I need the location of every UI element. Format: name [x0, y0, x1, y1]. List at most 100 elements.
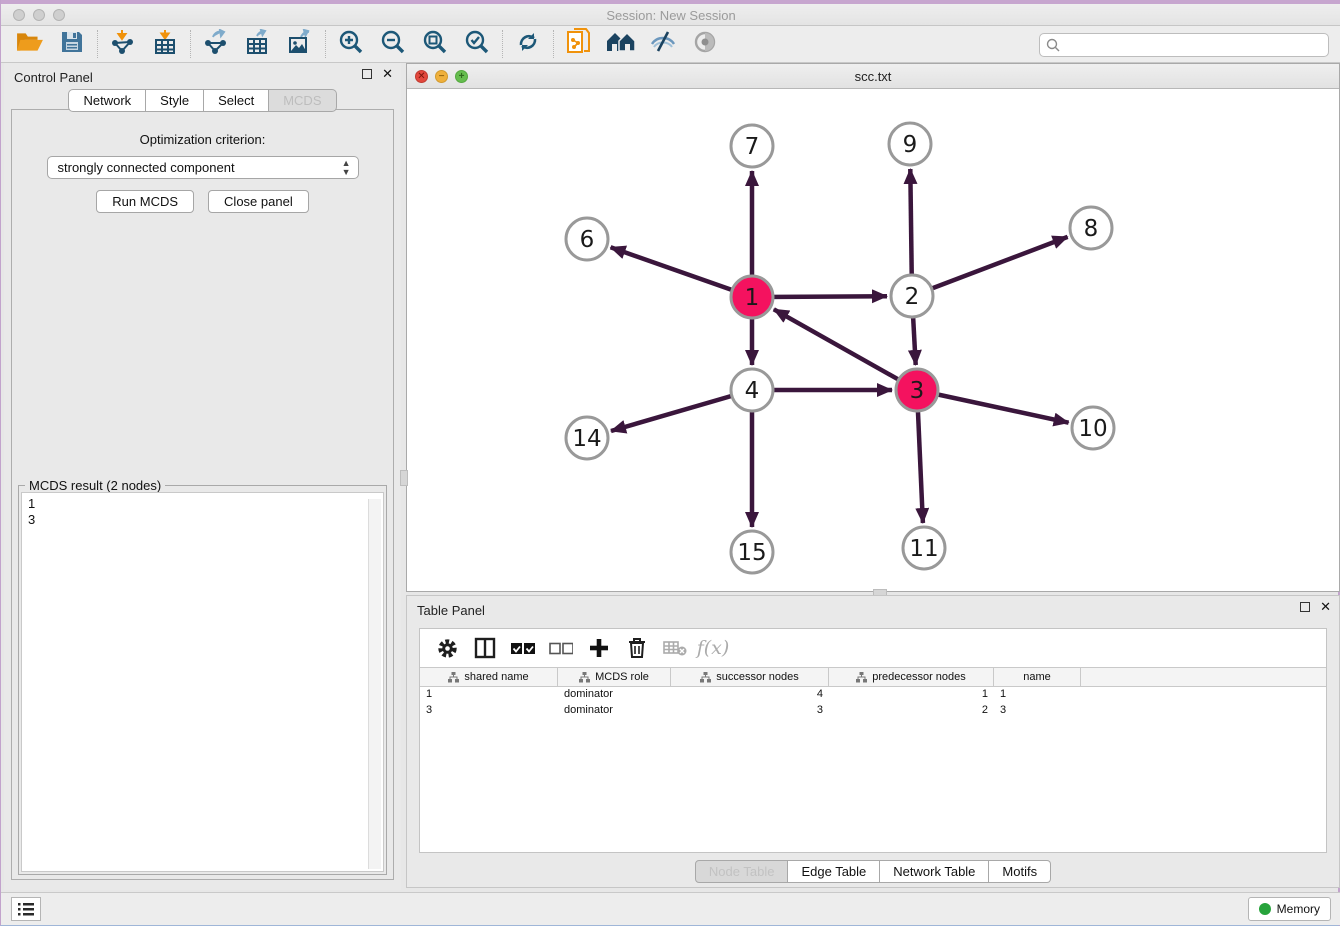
trash-icon — [627, 637, 647, 659]
function-builder-button[interactable]: f(x) — [696, 633, 730, 663]
window-accent-strip — [1, 0, 1340, 4]
graph-node-15[interactable]: 15 — [731, 531, 773, 573]
tab-network-table[interactable]: Network Table — [880, 860, 989, 883]
column-header-successor-nodes[interactable]: successor nodes — [671, 668, 829, 686]
graph-node-14[interactable]: 14 — [566, 417, 608, 459]
plus-icon — [588, 637, 610, 659]
toolbar-separator — [325, 30, 326, 58]
graph-node-11[interactable]: 11 — [903, 527, 945, 569]
open-session-button[interactable] — [9, 28, 51, 60]
run-mcds-button[interactable]: Run MCDS — [96, 190, 194, 213]
close-table-panel-icon[interactable]: ✕ — [1320, 602, 1331, 612]
graph-node-label: 8 — [1084, 216, 1099, 242]
graph-node-2[interactable]: 2 — [891, 275, 933, 317]
table-settings-button[interactable] — [430, 633, 464, 663]
column-header-predecessor-nodes[interactable]: predecessor nodes — [829, 668, 994, 686]
mcds-panel-body: Optimization criterion: strongly connect… — [11, 109, 394, 880]
table-toolbar: f(x) — [420, 629, 1326, 667]
zoom-in-button[interactable] — [330, 28, 372, 60]
export-table-button[interactable] — [237, 28, 279, 60]
graph-edge-2-8[interactable] — [912, 237, 1068, 296]
cell-name[interactable]: 1 — [994, 687, 1081, 703]
delete-column-button[interactable] — [620, 633, 654, 663]
graph-node-8[interactable]: 8 — [1070, 207, 1112, 249]
graph-node-7[interactable]: 7 — [731, 125, 773, 167]
export-network-icon — [203, 29, 229, 60]
cell-successor-nodes[interactable]: 3 — [671, 703, 829, 719]
cell-shared-name[interactable]: 3 — [420, 703, 558, 719]
refresh-layout-button[interactable] — [507, 28, 549, 60]
tab-network[interactable]: Network — [68, 89, 146, 112]
tab-style[interactable]: Style — [146, 89, 204, 112]
cell-successor-nodes[interactable]: 4 — [671, 687, 829, 703]
toolbar-separator — [502, 30, 503, 58]
column-header-shared-name[interactable]: shared name — [420, 668, 558, 686]
graph-node-1[interactable]: 1 — [731, 276, 773, 318]
import-network-button[interactable] — [102, 28, 144, 60]
zoom-selected-button[interactable] — [456, 28, 498, 60]
export-image-button[interactable] — [279, 28, 321, 60]
delete-table-button[interactable] — [658, 633, 692, 663]
control-panel: Control Panel ✕ Network Style Select MCD… — [4, 63, 401, 890]
cell-mcds-role[interactable]: dominator — [558, 687, 671, 703]
graph-node-6[interactable]: 6 — [566, 218, 608, 260]
select-all-columns-button[interactable] — [506, 633, 540, 663]
close-panel-button[interactable]: Close panel — [208, 190, 309, 213]
export-table-icon — [245, 29, 271, 60]
result-scrollbar[interactable] — [368, 499, 381, 869]
export-image-icon — [287, 29, 313, 60]
memory-button[interactable]: Memory — [1248, 897, 1331, 921]
network-title: scc.txt — [407, 69, 1339, 84]
add-column-button[interactable] — [582, 633, 616, 663]
cell-predecessor-nodes[interactable]: 1 — [829, 687, 994, 703]
unchecked-boxes-icon — [549, 642, 573, 655]
search-input[interactable] — [1039, 33, 1329, 57]
tab-node-table[interactable]: Node Table — [695, 860, 789, 883]
cell-mcds-role[interactable]: dominator — [558, 703, 671, 719]
cell-shared-name[interactable]: 1 — [420, 687, 558, 703]
task-history-button[interactable] — [11, 897, 41, 921]
graph-node-9[interactable]: 9 — [889, 123, 931, 165]
zoom-in-icon — [338, 29, 364, 60]
cell-predecessor-nodes[interactable]: 2 — [829, 703, 994, 719]
graph-node-10[interactable]: 10 — [1072, 407, 1114, 449]
tab-edge-table[interactable]: Edge Table — [788, 860, 880, 883]
import-table-button[interactable] — [144, 28, 186, 60]
tab-select[interactable]: Select — [204, 89, 269, 112]
eye-icon — [692, 30, 718, 59]
zoom-fit-button[interactable] — [414, 28, 456, 60]
table-row[interactable]: 1 dominator 4 1 1 — [420, 687, 1326, 703]
graph-node-4[interactable]: 4 — [731, 369, 773, 411]
export-network-button[interactable] — [195, 28, 237, 60]
show-all-button[interactable] — [684, 28, 726, 60]
vertical-splitter-handle[interactable] — [400, 470, 408, 486]
zoom-out-button[interactable] — [372, 28, 414, 60]
column-tree-icon — [700, 672, 711, 683]
open-folder-icon — [16, 30, 44, 59]
application-window: Session: New Session — [0, 0, 1340, 926]
tab-mcds[interactable]: MCDS — [269, 89, 336, 112]
graph-edge-3-1[interactable] — [774, 309, 917, 390]
column-header-name[interactable]: name — [994, 668, 1081, 686]
float-table-panel-icon[interactable] — [1300, 602, 1310, 612]
clone-network-button[interactable] — [558, 28, 600, 60]
tab-motifs[interactable]: Motifs — [989, 860, 1051, 883]
first-neighbors-button[interactable] — [600, 28, 642, 60]
network-canvas[interactable]: 7 9 6 8 1 2 4 3 14 10 15 11 — [407, 89, 1339, 591]
column-header-mcds-role[interactable]: MCDS role — [558, 668, 671, 686]
column-panel-button[interactable] — [468, 633, 502, 663]
table-row[interactable]: 3 dominator 3 2 3 — [420, 703, 1326, 719]
cell-name[interactable]: 3 — [994, 703, 1081, 719]
network-graph[interactable]: 7 9 6 8 1 2 4 3 14 10 15 11 — [407, 89, 1339, 591]
mcds-result-item: 1 — [28, 496, 377, 512]
close-panel-icon[interactable]: ✕ — [382, 69, 393, 79]
deselect-all-columns-button[interactable] — [544, 633, 578, 663]
graph-node-3[interactable]: 3 — [896, 369, 938, 411]
mcds-result-list[interactable]: 1 3 — [21, 492, 384, 872]
graph-edge-3-10[interactable] — [917, 390, 1069, 423]
hide-selected-button[interactable] — [642, 28, 684, 60]
criterion-select[interactable]: strongly connected component ▲▼ — [47, 156, 359, 179]
graph-node-label: 2 — [905, 284, 920, 310]
float-panel-icon[interactable] — [362, 69, 372, 79]
save-session-button[interactable] — [51, 28, 93, 60]
